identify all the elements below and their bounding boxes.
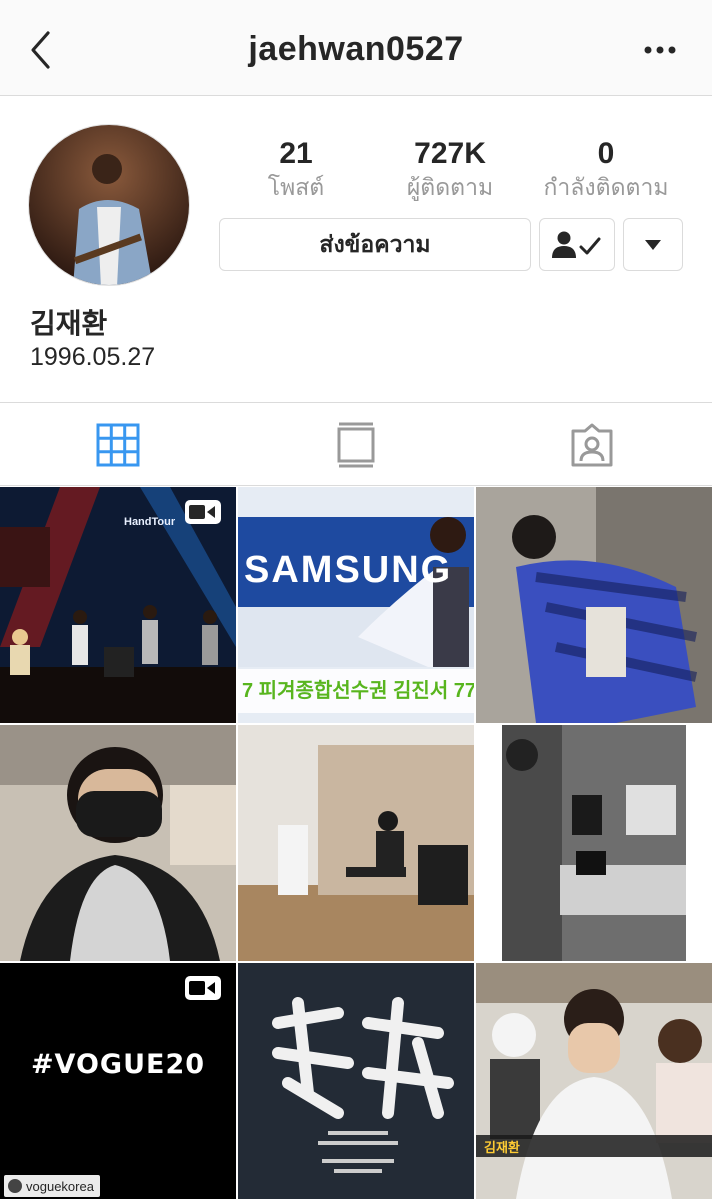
ellipsis-icon [644,46,676,54]
stage-text: HandTour [124,516,176,528]
followers-count: 727K [414,137,486,170]
tv-caption-name: 김재환 [484,1140,520,1155]
following-count: 0 [597,137,615,170]
grid-post-tv-show[interactable]: 김재환 [476,963,712,1199]
posts-label: โพสต์ [267,174,325,200]
following-check-icon [552,231,601,258]
grid-post-car-selfie[interactable] [0,725,236,961]
more-options-button[interactable] [640,30,680,70]
grid-post-skating[interactable]: SAMSUNG 7 피겨종합선수권 김진서 77.25 프리 138.91 총점… [238,487,474,723]
credit-avatar [8,1179,22,1193]
credit-username: voguekorea [26,1178,94,1194]
profile-avatar[interactable] [28,124,190,286]
top-navigation-bar: jaehwan0527 [0,0,712,96]
brand-text: SAMSUNG [244,549,453,591]
following-count-stat[interactable]: 0 กำลังติดตาม [536,136,676,202]
tagged-icon [571,423,613,467]
following-button[interactable] [539,218,615,271]
tab-grid[interactable] [94,421,142,469]
tab-tagged[interactable] [568,421,616,469]
following-label: กำลังติดตาม [543,174,669,200]
posts-count-stat[interactable]: 21 โพสต์ [246,136,346,202]
tab-feed[interactable] [332,421,380,469]
vogue-overlay-text: #VOGUE20 [30,1049,206,1080]
grid-post-calligraphy-poster[interactable] [238,963,474,1199]
profile-full-name: 김재환 [30,308,108,339]
grid-icon [96,423,140,467]
grid-post-mirror-selfie[interactable] [476,487,712,723]
video-icon [185,976,221,1000]
repost-credit: voguekorea [4,1175,100,1197]
grid-post-concert[interactable]: HandTour [0,487,236,723]
suggestions-dropdown-button[interactable] [623,218,683,271]
grid-post-vogue-video[interactable]: #VOGUE20 voguekorea [0,963,236,1199]
score-text: 7 피겨종합선수권 김진서 77.25 프리 138.91 총점 216 [238,669,474,713]
profile-bio: 1996.05.27 [30,343,156,371]
profile-tab-bar [0,402,712,486]
caret-down-icon [645,239,661,250]
profile-username: jaehwan0527 [248,30,464,68]
posts-count: 21 [279,137,313,170]
video-icon [185,500,221,524]
grid-post-recording-studio[interactable] [476,725,712,961]
followers-label: ผู้ติดตาม [406,174,494,200]
grid-post-dance-studio[interactable] [238,725,474,961]
feed-icon [337,422,375,468]
message-button[interactable]: ส่งข้อความ [219,218,531,271]
followers-count-stat[interactable]: 727K ผู้ติดตาม [395,136,505,202]
